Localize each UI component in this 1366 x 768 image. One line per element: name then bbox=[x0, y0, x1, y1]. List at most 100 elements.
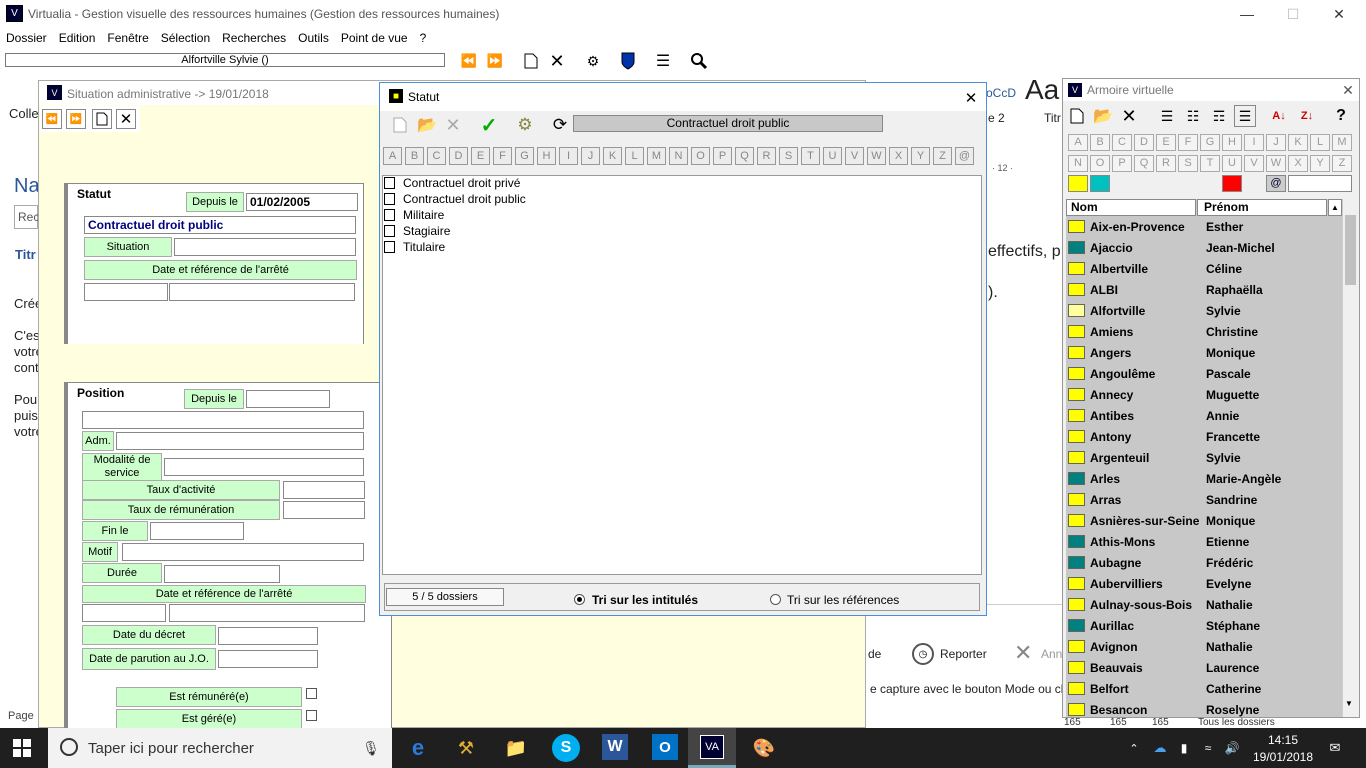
statut-open-icon[interactable]: 📂 bbox=[416, 114, 438, 136]
statut-letter-X[interactable]: X bbox=[889, 147, 908, 165]
arm-sort-za-icon[interactable]: Z↓ bbox=[1296, 105, 1318, 127]
statut-letter-O[interactable]: O bbox=[691, 147, 710, 165]
arm-scrollbar[interactable]: ▼ bbox=[1342, 199, 1358, 717]
sit-first-icon[interactable]: ⏪ bbox=[42, 109, 62, 129]
armoire-close-icon[interactable]: ✕ bbox=[1337, 80, 1359, 100]
menu-7[interactable]: ? bbox=[420, 31, 427, 45]
explorer-icon[interactable]: 📁 bbox=[502, 734, 530, 762]
arm-scroll-down-icon[interactable]: ▼ bbox=[1345, 699, 1353, 708]
statut-letter-V[interactable]: V bbox=[845, 147, 864, 165]
armoire-letter-N[interactable]: N bbox=[1068, 155, 1088, 172]
date-decret-button[interactable]: Date du décret bbox=[82, 625, 216, 645]
motif-field[interactable] bbox=[122, 543, 364, 561]
menu-2[interactable]: Fenêtre bbox=[107, 31, 148, 45]
col-scroll-up-icon[interactable]: ▲ bbox=[1328, 199, 1342, 216]
table-row[interactable]: Angers Monique bbox=[1066, 342, 1340, 363]
statut-letter-F[interactable]: F bbox=[493, 147, 512, 165]
statut-letter-Z[interactable]: Z bbox=[933, 147, 952, 165]
position-field[interactable] bbox=[82, 411, 364, 429]
statut-letter-E[interactable]: E bbox=[471, 147, 490, 165]
armoire-letter-I[interactable]: I bbox=[1244, 134, 1264, 151]
statut-list-item[interactable]: Contractuel droit privé bbox=[384, 176, 520, 190]
arm-table-icon[interactable]: ☰ bbox=[1234, 105, 1256, 127]
statut-letter-B[interactable]: B bbox=[405, 147, 424, 165]
statut-dialog-close-icon[interactable]: ✕ bbox=[960, 87, 982, 109]
modalite-button[interactable]: Modalité de service bbox=[82, 453, 162, 481]
arm-open-icon[interactable]: 📂 bbox=[1092, 105, 1114, 127]
arm-new-icon[interactable] bbox=[1066, 105, 1088, 127]
armoire-letter-J[interactable]: J bbox=[1266, 134, 1286, 151]
clock-time[interactable]: 14:15 bbox=[1250, 733, 1316, 747]
statut-letter-I[interactable]: I bbox=[559, 147, 578, 165]
armoire-letter-Y[interactable]: Y bbox=[1310, 155, 1330, 172]
menu-5[interactable]: Outils bbox=[298, 31, 329, 45]
arm-sort-az-icon[interactable]: A↓ bbox=[1268, 105, 1290, 127]
menu-6[interactable]: Point de vue bbox=[341, 31, 408, 45]
est-remunere-checkbox[interactable] bbox=[306, 688, 317, 699]
date-ref-button[interactable]: Date et référence de l'arrêté bbox=[84, 260, 357, 280]
sort-titles-radio[interactable] bbox=[574, 594, 585, 605]
color-filter-yellow[interactable] bbox=[1068, 175, 1088, 192]
statut-validate-icon[interactable]: ✓ bbox=[478, 114, 500, 137]
table-row[interactable]: Athis-Mons Etienne bbox=[1066, 531, 1340, 552]
statut-letter-C[interactable]: C bbox=[427, 147, 446, 165]
statut-letter-Q[interactable]: Q bbox=[735, 147, 754, 165]
armoire-letter-Z[interactable]: Z bbox=[1332, 155, 1352, 172]
armoire-letter-V[interactable]: V bbox=[1244, 155, 1264, 172]
armoire-letter-E[interactable]: E bbox=[1156, 134, 1176, 151]
statut-list-item[interactable]: Militaire bbox=[384, 208, 444, 222]
windows-start-icon[interactable] bbox=[12, 738, 32, 758]
virtualia-taskbar-icon[interactable]: VA bbox=[688, 728, 736, 768]
menu-1[interactable]: Edition bbox=[59, 31, 96, 45]
date-ref-text-field[interactable] bbox=[169, 283, 355, 301]
armoire-letter-Q[interactable]: Q bbox=[1134, 155, 1154, 172]
microphone-icon[interactable]: 🎙 bbox=[360, 737, 382, 759]
statut-field[interactable]: Contractuel droit public bbox=[84, 216, 356, 234]
armoire-letter-H[interactable]: H bbox=[1222, 134, 1242, 151]
motif-button[interactable]: Motif bbox=[82, 542, 118, 562]
color-filter-cyan[interactable] bbox=[1090, 175, 1110, 192]
skype-icon[interactable]: S bbox=[552, 734, 580, 762]
statut-delete-icon[interactable]: ✕ bbox=[442, 114, 464, 136]
table-row[interactable]: Besancon Roselyne bbox=[1066, 699, 1340, 720]
clock-date[interactable]: 19/01/2018 bbox=[1250, 750, 1316, 764]
taux-activite-button[interactable]: Taux d'activité bbox=[82, 480, 280, 500]
statut-new-icon[interactable] bbox=[389, 114, 411, 136]
table-row[interactable]: Beauvais Laurence bbox=[1066, 657, 1340, 678]
statut-letter-N[interactable]: N bbox=[669, 147, 688, 165]
armoire-letter-B[interactable]: B bbox=[1090, 134, 1110, 151]
armoire-letter-R[interactable]: R bbox=[1156, 155, 1176, 172]
statut-list-item[interactable]: Contractuel droit public bbox=[384, 192, 526, 206]
table-row[interactable]: Aulnay-sous-Bois Nathalie bbox=[1066, 594, 1340, 615]
paint-icon[interactable]: 🎨 bbox=[750, 734, 778, 762]
statut-letter-H[interactable]: H bbox=[537, 147, 556, 165]
taux-remuneration-field[interactable] bbox=[283, 501, 365, 519]
menu-0[interactable]: Dossier bbox=[6, 31, 47, 45]
table-row[interactable]: Aix-en-Provence Esther bbox=[1066, 216, 1340, 237]
statut-refresh-icon[interactable]: ⟳ bbox=[549, 114, 571, 136]
armoire-letter-A[interactable]: A bbox=[1068, 134, 1088, 151]
outlook-icon[interactable]: O bbox=[652, 734, 678, 760]
sort-refs-radio[interactable] bbox=[770, 594, 781, 605]
statut-tools-icon[interactable]: ⚙ bbox=[514, 114, 536, 136]
duree-field[interactable] bbox=[164, 565, 280, 583]
armoire-letter-K[interactable]: K bbox=[1288, 134, 1308, 151]
statut-letter-S[interactable]: S bbox=[779, 147, 798, 165]
col-prenom-header[interactable]: Prénom bbox=[1197, 199, 1327, 216]
word-icon[interactable]: W bbox=[602, 734, 628, 760]
arm-help-icon[interactable]: ? bbox=[1330, 105, 1352, 127]
armoire-letter-F[interactable]: F bbox=[1178, 134, 1198, 151]
table-row[interactable]: Avignon Nathalie bbox=[1066, 636, 1340, 657]
tray-chevron-icon[interactable]: ⌃ bbox=[1126, 738, 1142, 758]
table-row[interactable]: Albertville Céline bbox=[1066, 258, 1340, 279]
volume-icon[interactable]: 🔊 bbox=[1222, 738, 1242, 758]
tools-icon[interactable]: ⚙ bbox=[582, 50, 604, 72]
taux-remuneration-button[interactable]: Taux de rémunération bbox=[82, 500, 280, 520]
armoire-letter-P[interactable]: P bbox=[1112, 155, 1132, 172]
notification-icon[interactable]: ✉ bbox=[1324, 738, 1346, 758]
position-depuis-field[interactable] bbox=[246, 390, 330, 408]
zoom-icon[interactable] bbox=[688, 50, 710, 72]
armoire-letter-M[interactable]: M bbox=[1332, 134, 1352, 151]
filter-field[interactable] bbox=[1288, 175, 1352, 192]
statut-letter-U[interactable]: U bbox=[823, 147, 842, 165]
